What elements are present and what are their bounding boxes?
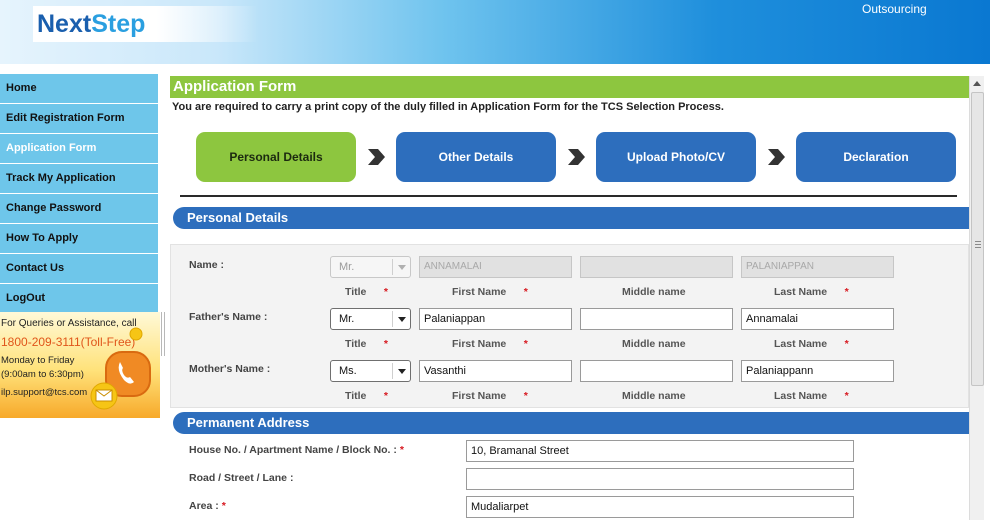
vertical-scrollbar[interactable]	[969, 76, 984, 520]
sidebar-item-change-password[interactable]: Change Password	[0, 194, 158, 224]
chevron-down-icon	[392, 311, 410, 327]
name-title-select: Mr.	[330, 256, 411, 278]
panel-splitter-handle[interactable]	[161, 312, 167, 356]
mother-last-name-input[interactable]: Palaniappann	[741, 360, 894, 382]
house-no-label-text: House No. / Apartment Name / Block No. :	[189, 444, 397, 456]
column-label-text: First Name	[452, 338, 507, 350]
column-label-last-name: Last Name *	[774, 338, 849, 350]
logo-text-next: Next	[37, 10, 92, 38]
road-street-input[interactable]	[466, 468, 854, 490]
column-label-first-name: First Name *	[452, 338, 528, 350]
support-hours: (9:00am to 6:30pm)	[1, 369, 84, 380]
house-no-label: House No. / Apartment Name / Block No. :…	[189, 444, 404, 456]
sidebar-item-how-to-apply[interactable]: How To Apply	[0, 224, 158, 254]
mother-title-select[interactable]: Ms.	[330, 360, 411, 382]
support-email: ilp.support@tcs.com	[1, 387, 88, 398]
column-label-text: Title	[345, 338, 367, 350]
required-mark: *	[383, 286, 389, 298]
sidebar-item-logout[interactable]: LogOut	[0, 284, 158, 314]
sidebar-item-home[interactable]: Home	[0, 74, 158, 104]
column-label-text: Last Name	[774, 286, 828, 298]
column-label-last-name: Last Name *	[774, 390, 849, 402]
required-mark: *	[383, 338, 389, 350]
name-title-value: Mr.	[339, 261, 355, 273]
required-mark: *	[221, 500, 226, 512]
column-label-text: First Name	[452, 390, 507, 402]
column-label-first-name: First Name *	[452, 286, 528, 298]
required-mark: *	[844, 338, 849, 350]
name-middle-field	[580, 256, 733, 278]
required-mark: *	[399, 444, 404, 456]
print-notice: You are required to carry a print copy o…	[172, 101, 724, 113]
sidebar-item-track-application[interactable]: Track My Application	[0, 164, 158, 194]
chevron-down-icon	[392, 363, 410, 379]
support-days: Monday to Friday	[1, 355, 75, 366]
mother-title-value: Ms.	[339, 365, 357, 377]
column-label-title: Title *	[345, 286, 388, 298]
father-title-value: Mr.	[339, 313, 355, 325]
mother-first-name-input[interactable]: Vasanthi	[419, 360, 572, 382]
name-first-field: ANNAMALAI	[419, 256, 572, 278]
name-last-field: PALANIAPPAN	[741, 256, 894, 278]
required-mark: *	[523, 338, 528, 350]
father-name-label: Father's Name :	[189, 311, 268, 323]
column-label-text: First Name	[452, 286, 507, 298]
required-mark: *	[844, 286, 849, 298]
sidebar-item-contact-us[interactable]: Contact Us	[0, 254, 158, 284]
column-label-text: Last Name	[774, 390, 828, 402]
column-label-text: Title	[345, 390, 367, 402]
grip-icon	[975, 241, 981, 248]
column-label-last-name: Last Name *	[774, 286, 849, 298]
logo-text-step: Step	[91, 10, 146, 38]
steps-divider	[180, 195, 957, 197]
top-banner: NextStep Outsourcing	[0, 0, 990, 64]
column-label-title: Title *	[345, 390, 388, 402]
section-header-personal: Personal Details	[173, 207, 969, 229]
column-label-middle-name: Middle name	[622, 286, 686, 298]
column-label-first-name: First Name *	[452, 390, 528, 402]
area-label: Area : *	[189, 500, 226, 512]
house-no-input[interactable]: 10, Bramanal Street	[466, 440, 854, 462]
chevron-right-icon	[368, 149, 385, 165]
column-label-text: Last Name	[774, 338, 828, 350]
phone-mail-icon	[90, 327, 151, 410]
father-middle-name-input[interactable]	[580, 308, 733, 330]
section-header-permanent-address: Permanent Address	[173, 412, 969, 434]
nextstep-logo[interactable]: NextStep	[33, 6, 258, 42]
step-other-details[interactable]: Other Details	[396, 132, 556, 182]
father-last-name-input[interactable]: Annamalai	[741, 308, 894, 330]
sidebar-nav: Home Edit Registration Form Application …	[0, 74, 158, 314]
step-personal-details[interactable]: Personal Details	[196, 132, 356, 182]
main-content: Application Form You are required to car…	[168, 76, 969, 520]
outsourcing-label: Outsourcing	[862, 2, 927, 16]
father-title-select[interactable]: Mr.	[330, 308, 411, 330]
column-label-middle-name: Middle name	[622, 390, 686, 402]
area-input[interactable]: Mudaliarpet	[466, 496, 854, 518]
column-label-title: Title *	[345, 338, 388, 350]
scroll-up-arrow-icon[interactable]	[970, 76, 985, 91]
column-label-middle-name: Middle name	[622, 338, 686, 350]
area-label-text: Area :	[189, 500, 219, 512]
name-label: Name :	[189, 259, 225, 271]
road-street-label: Road / Street / Lane :	[189, 472, 294, 484]
step-upload-photo-cv[interactable]: Upload Photo/CV	[596, 132, 756, 182]
father-first-name-input[interactable]: Palaniappan	[419, 308, 572, 330]
required-mark: *	[844, 390, 849, 402]
mother-middle-name-input[interactable]	[580, 360, 733, 382]
mother-name-label: Mother's Name :	[189, 363, 271, 375]
support-info-box: For Queries or Assistance, call 1800-209…	[0, 312, 160, 418]
sidebar-item-application-form[interactable]: Application Form	[0, 134, 158, 164]
required-mark: *	[523, 390, 528, 402]
chevron-down-icon	[392, 259, 410, 275]
chevron-right-icon	[568, 149, 585, 165]
column-label-text: Title	[345, 286, 367, 298]
step-declaration[interactable]: Declaration	[796, 132, 956, 182]
required-mark: *	[383, 390, 389, 402]
page-title: Application Form	[170, 76, 969, 98]
chevron-right-icon	[768, 149, 785, 165]
required-mark: *	[523, 286, 528, 298]
sidebar-item-edit-registration[interactable]: Edit Registration Form	[0, 104, 158, 134]
scrollbar-thumb[interactable]	[971, 92, 984, 386]
